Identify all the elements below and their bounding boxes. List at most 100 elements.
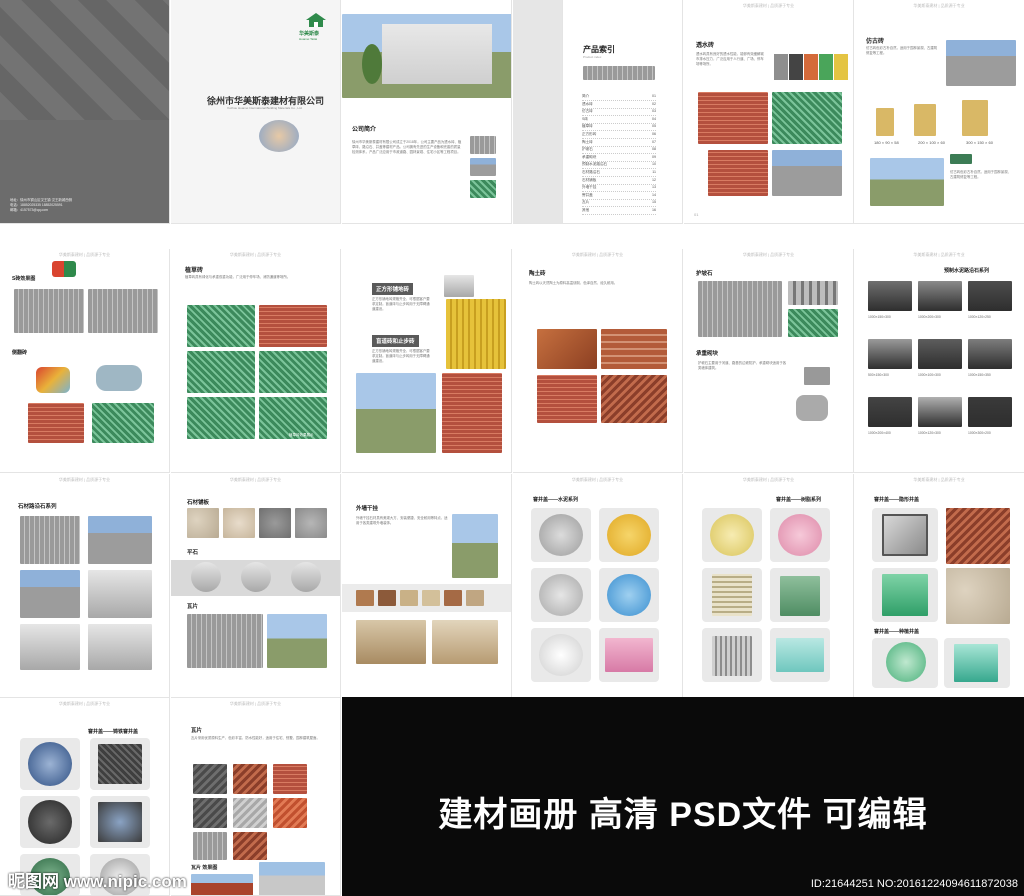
page-number: 01 bbox=[694, 212, 699, 217]
block-sample-1 bbox=[804, 367, 830, 385]
factory-photo bbox=[342, 14, 511, 98]
antique-size-1: 180 × 90 × 58 bbox=[874, 140, 899, 145]
index-row: 仿古砖 03 bbox=[582, 109, 656, 117]
square-title: 正方形铺地砖 bbox=[372, 283, 414, 295]
cover-iron-dark bbox=[28, 800, 72, 844]
contact-block: 地址：徐州市铜山区汉王镇 汉王新城西侧 电话：18852025335 18852… bbox=[10, 198, 169, 213]
curb-size-label: 1000×120×250 bbox=[968, 315, 991, 319]
index-row-name: 预制水泥路沿石 bbox=[582, 162, 608, 167]
clay-stack-photo bbox=[601, 329, 667, 369]
antique-fence-photo bbox=[870, 158, 944, 206]
index-row: 窨井盖 14 bbox=[582, 193, 656, 200]
index-row: 外墙干挂 13 bbox=[582, 185, 656, 193]
index-row: 其他 16 bbox=[582, 208, 656, 215]
cover-resin-green-square bbox=[780, 576, 820, 616]
side-brick-title: 侧翻砖 bbox=[12, 350, 28, 356]
clay-brick-page: 华美斯泰建材 | 品质源于专业 陶土砖 陶土砖以天然陶土为原料高温烧制，色泽自然… bbox=[513, 249, 683, 473]
curb-sample bbox=[868, 397, 912, 427]
curb-page: 华美斯泰建材 | 品质源于专业 预制水泥路沿石系列 1000×150×300 10… bbox=[854, 249, 1024, 473]
side-brick-photo-1 bbox=[28, 403, 84, 443]
permeable-title: 透水砖 bbox=[696, 43, 715, 49]
page-header: 华美斯泰建材 | 品质源于专业 bbox=[913, 477, 965, 482]
grass-photo-1 bbox=[187, 305, 255, 347]
page-header: 华美斯泰建材 | 品质源于专业 bbox=[913, 3, 965, 8]
tiles-text: 瓦片采用优质原料生产，色彩丰富，防水性能好，适用于住宅、别墅、园林建筑屋面。 bbox=[191, 736, 320, 740]
index-row: S砖 04 bbox=[582, 117, 656, 124]
index-row-name: 瓦片 bbox=[582, 200, 590, 205]
manhole-hidden-title: 窨井盖——隐形井盖 bbox=[874, 497, 920, 503]
grass-photo-3 bbox=[187, 351, 255, 393]
blind-path-text: 正方形铺地砖规格齐全，可根据客户要求定制。盲道砖与止步砖用于无障碍通道建设。 bbox=[372, 349, 430, 363]
slope-title: 护坡石 bbox=[696, 271, 713, 277]
stone-curb-title: 石材路沿石系列 bbox=[18, 504, 57, 510]
watermark-site: 昵图网 www.nipic.com bbox=[8, 872, 187, 891]
stone-curb-photo-1 bbox=[20, 516, 80, 564]
index-row-name: S砖 bbox=[582, 116, 588, 121]
stone-curb-photo-5 bbox=[20, 624, 80, 670]
cover-cement-gray bbox=[539, 514, 583, 556]
logo-subtext: Huamei Taitai bbox=[299, 37, 318, 41]
wall-photo-1 bbox=[356, 620, 426, 664]
side-brick-photo-2 bbox=[92, 403, 154, 443]
swatch-green bbox=[819, 54, 833, 80]
curb-size-label: 1000×300×200 bbox=[968, 431, 991, 435]
blind-path-title: 盲道砖和止步砖 bbox=[372, 335, 419, 347]
permeable-photo-1 bbox=[698, 92, 768, 144]
stone-curb-page: 华美斯泰建材 | 品质源于专业 石材路沿石系列 bbox=[0, 474, 170, 698]
handshake-photo bbox=[259, 120, 299, 152]
page-header: 华美斯泰建材 | 品质源于专业 bbox=[742, 252, 795, 257]
index-row-name: 植草砖 bbox=[582, 124, 593, 129]
cover-iron-blue bbox=[28, 742, 72, 786]
index-row-page: 03 bbox=[652, 109, 656, 114]
tiles-page: 华美斯泰建材 | 品质源于专业 瓦片 瓦片采用优质原料生产，色彩丰富，防水性能好… bbox=[171, 698, 341, 896]
swatch-row bbox=[774, 54, 848, 80]
cover-cement-pink bbox=[605, 638, 653, 672]
square-walkway-photo bbox=[356, 373, 436, 453]
block-sample-2 bbox=[796, 395, 828, 421]
swatch-yellow bbox=[834, 54, 848, 80]
s-brick-icon bbox=[52, 261, 76, 277]
page-header: 华美斯泰建材 | 品质源于专业 bbox=[229, 477, 282, 482]
stone-slab-page: 华美斯泰建材 | 品质源于专业 石材铺板 平石 瓦片 bbox=[171, 474, 341, 698]
cover-hidden-green bbox=[882, 574, 928, 616]
page-header: 华美斯泰建材 | 品质源于专业 bbox=[742, 477, 795, 482]
intro-page: 公司简介 徐州市华美斯泰建材有限公司成立于2018年，公司主要产品为透水砖、植草… bbox=[342, 0, 512, 224]
manhole-resin-title: 窨井盖——树脂系列 bbox=[776, 497, 822, 503]
tile-sample-2 bbox=[233, 764, 267, 794]
flat-stone-title: 平石 bbox=[187, 550, 199, 556]
swatch-dark bbox=[789, 54, 803, 80]
index-row-page: 11 bbox=[652, 170, 656, 174]
antique-text-2: 仿古砖色彩古朴自然，适用于园林景观、古建筑修复等工程。 bbox=[950, 170, 1012, 179]
page-header: 华美斯泰建材 | 品质源于专业 bbox=[58, 252, 111, 257]
index-row: 石材路沿石 11 bbox=[582, 170, 656, 177]
manhole-resin-page: 华美斯泰建材 | 品质源于专业 窨井盖——树脂系列 bbox=[684, 474, 854, 698]
slab-photo-2 bbox=[267, 614, 327, 668]
tile-sample-7 bbox=[193, 832, 227, 860]
index-row: 承重砌块 09 bbox=[582, 155, 656, 162]
antique-green-block bbox=[950, 154, 972, 164]
index-row-name: 透水砖 bbox=[582, 101, 593, 106]
wall-swatch-1 bbox=[356, 590, 374, 606]
tiles-title-small: 瓦片 bbox=[187, 604, 199, 610]
swatch-gray bbox=[774, 54, 788, 80]
flat-stone-circle-1 bbox=[191, 562, 221, 592]
curb-size-label: 1000×200×300 bbox=[918, 315, 941, 319]
slope-sample bbox=[788, 281, 838, 305]
cover-resin-yellow bbox=[710, 514, 754, 556]
wall-swatch-6 bbox=[466, 590, 484, 606]
antique-page: 华美斯泰建材 | 品质源于专业 仿古砖 仿古砖色彩古朴自然，适用于园林景观、古建… bbox=[854, 0, 1024, 224]
permeable-page: 华美斯泰建材 | 品质源于专业 透水砖 透水砖具有良好的透水性能，能够有效缓解城… bbox=[684, 0, 854, 224]
cover-pattern bbox=[0, 0, 169, 120]
curb-sample bbox=[918, 281, 962, 311]
wall-swatch-5 bbox=[444, 590, 462, 606]
index-row-name: 简介 bbox=[582, 94, 590, 98]
index-row-name: 窨井盖 bbox=[582, 192, 593, 197]
interlock-sample-2 bbox=[96, 365, 142, 391]
index-row: 植草砖 05 bbox=[582, 124, 656, 132]
index-row-name: 石材路沿石 bbox=[582, 170, 600, 174]
cover-cement-blue bbox=[607, 574, 651, 616]
s-brick-title: S砖效果图 bbox=[12, 276, 36, 282]
curb-title: 预制水泥路沿石系列 bbox=[944, 268, 990, 274]
cover-front: 华美斯泰 Huamei Taitai 徐州市华美斯泰建材有限公司 Xuzhou … bbox=[171, 0, 341, 224]
intro-thumb-1 bbox=[470, 136, 496, 154]
